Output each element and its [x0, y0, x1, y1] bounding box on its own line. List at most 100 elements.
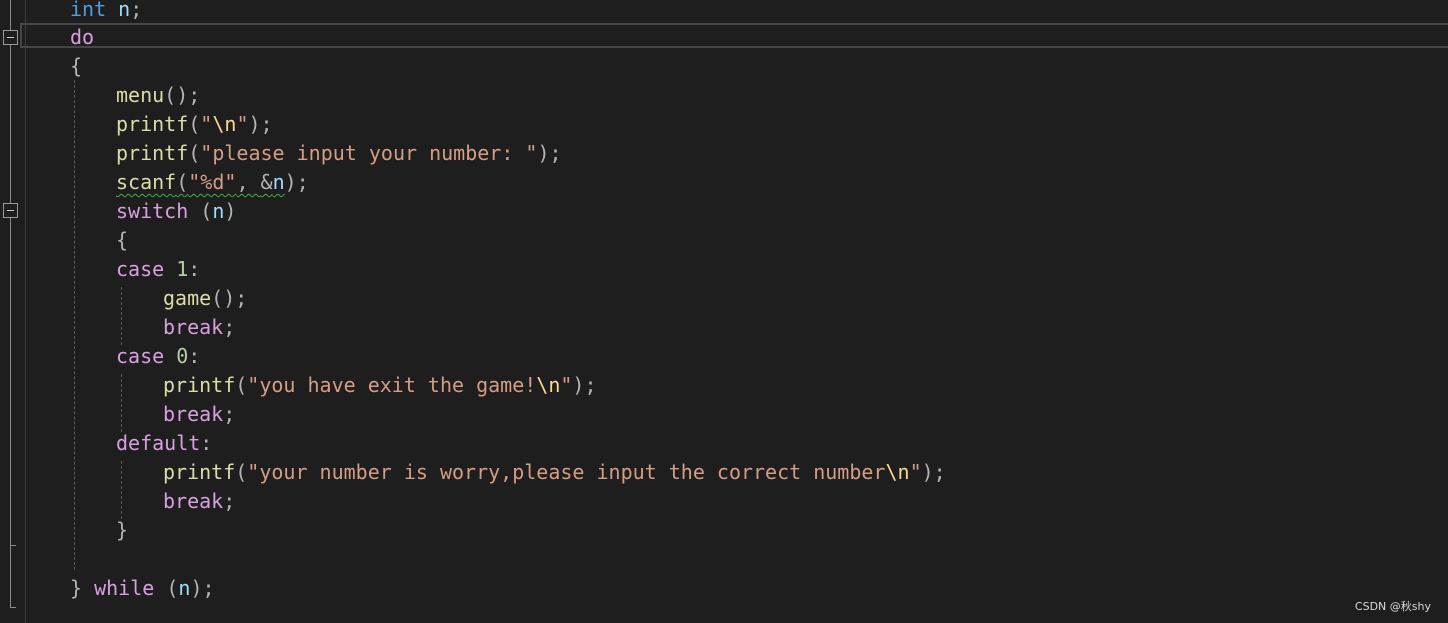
code-line[interactable]: case 0:	[116, 342, 200, 371]
code-token: break	[163, 489, 224, 513]
code-token: :	[200, 431, 213, 455]
code-line[interactable]: menu();	[116, 81, 200, 110]
outline-line	[10, 45, 11, 203]
indent-guide	[121, 287, 122, 345]
code-token: ;	[223, 315, 236, 339]
code-line[interactable]: } while (n);	[70, 574, 215, 603]
code-token: {	[70, 54, 83, 78]
code-line[interactable]: do	[70, 23, 94, 52]
code-token: );	[537, 141, 562, 165]
code-token: \n	[212, 112, 237, 136]
code-token: );	[572, 373, 597, 397]
code-token: default	[116, 431, 201, 455]
code-line[interactable]: printf("please input your number: ");	[116, 139, 562, 168]
code-line[interactable]: printf("your number is worry,please inpu…	[163, 458, 946, 487]
code-line[interactable]: printf("you have exit the game!\n");	[163, 371, 597, 400]
watermark: CSDN @秋shy	[1354, 600, 1431, 613]
code-line[interactable]: break;	[163, 400, 235, 429]
outline-line	[10, 218, 11, 545]
code-token: (	[154, 576, 179, 600]
code-token: n	[272, 170, 285, 194]
code-token: }	[70, 576, 83, 600]
code-token: switch	[116, 199, 189, 223]
collapse-switch-block-icon[interactable]	[3, 203, 18, 218]
code-token: ();	[164, 83, 201, 107]
indent-guide	[121, 461, 122, 519]
code-token: break	[163, 315, 224, 339]
code-token: );	[284, 170, 309, 194]
code-token: ();	[211, 286, 248, 310]
code-token: while	[94, 576, 155, 600]
code-token: "	[200, 112, 213, 136]
code-token: n	[118, 0, 131, 21]
code-token: :	[188, 344, 201, 368]
code-line[interactable]: {	[116, 226, 128, 255]
code-token: printf	[116, 112, 189, 136]
code-token: case	[116, 344, 165, 368]
code-token: printf	[116, 141, 189, 165]
code-token: menu	[116, 83, 165, 107]
code-token: "%d"	[188, 170, 237, 194]
code-line[interactable]: game();	[163, 284, 247, 313]
code-line[interactable]: }	[116, 516, 128, 545]
code-token: n	[212, 199, 225, 223]
code-token: (	[188, 112, 201, 136]
code-line[interactable]: {	[70, 52, 82, 81]
code-token: }	[116, 518, 129, 542]
code-token: "	[909, 460, 922, 484]
code-token: \n	[885, 460, 910, 484]
code-token: do	[70, 25, 95, 49]
code-token: (	[188, 199, 213, 223]
code-token: "	[560, 373, 573, 397]
outline-line	[10, 545, 11, 608]
code-token: printf	[163, 373, 236, 397]
code-token: case	[116, 257, 165, 281]
code-line[interactable]: switch (n)	[116, 197, 236, 226]
code-token: ;	[130, 0, 143, 21]
code-token: break	[163, 402, 224, 426]
code-token: game	[163, 286, 212, 310]
code-token: &	[260, 170, 273, 194]
indent-guide	[74, 80, 75, 570]
code-token: 1	[176, 257, 189, 281]
collapse-do-block-icon[interactable]	[3, 30, 18, 45]
code-token: "you have exit the game!	[247, 373, 537, 397]
code-token: ;	[223, 489, 236, 513]
code-line[interactable]: printf("\n");	[116, 110, 273, 139]
code-token: "please input your number: "	[200, 141, 538, 165]
code-line[interactable]: int n;	[70, 0, 142, 24]
code-token: "your number is worry,please input the c…	[247, 460, 886, 484]
code-token: n	[178, 576, 191, 600]
code-token: 0	[176, 344, 189, 368]
code-token: );	[190, 576, 215, 600]
code-line[interactable]: break;	[163, 313, 235, 342]
code-line[interactable]: default:	[116, 429, 212, 458]
code-token: int	[70, 0, 107, 21]
code-token: printf	[163, 460, 236, 484]
code-token: );	[921, 460, 946, 484]
code-token: )	[224, 199, 237, 223]
code-token: ,	[236, 170, 261, 194]
code-token: :	[188, 257, 201, 281]
gutter-margin-line	[25, 0, 26, 623]
code-token: (	[235, 373, 248, 397]
code-line[interactable]: scanf("%d", &n);	[116, 168, 309, 197]
code-token: (	[188, 141, 201, 165]
code-token: );	[248, 112, 273, 136]
code-token: \n	[536, 373, 561, 397]
code-token: "	[236, 112, 249, 136]
indent-guide	[121, 374, 122, 432]
code-token: (	[176, 170, 189, 194]
outline-end-tick	[10, 607, 16, 608]
current-line-highlight	[20, 23, 1448, 48]
code-token: ;	[223, 402, 236, 426]
code-editor[interactable]: int n; do{menu(); printf("\n"); printf("ple…	[0, 0, 1448, 623]
code-token: {	[116, 228, 129, 252]
code-line[interactable]: break;	[163, 487, 235, 516]
code-token: scanf	[116, 170, 177, 194]
code-token: (	[235, 460, 248, 484]
code-line[interactable]: case 1:	[116, 255, 200, 284]
